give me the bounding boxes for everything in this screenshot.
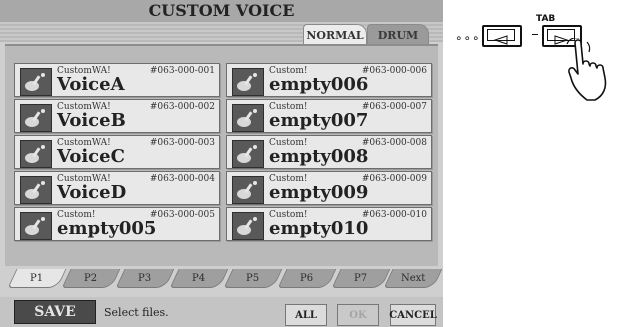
page-tab-label: P1: [30, 272, 44, 284]
page-tab-p2[interactable]: P2: [61, 269, 121, 288]
slot-number: #063-000-010: [361, 210, 427, 220]
page-tab-label: P3: [138, 272, 152, 284]
pointing-hand-icon: [565, 37, 620, 103]
slot-number: #063-000-006: [361, 66, 427, 76]
ellipsis-dots: ∘∘∘: [455, 31, 481, 45]
voice-slot[interactable]: CustomWA! #063-000-001 VoiceA: [14, 63, 220, 97]
separator-dash: [532, 34, 538, 35]
tab-left-button[interactable]: [482, 25, 522, 47]
voice-slot[interactable]: CustomWA! #063-000-004 VoiceD: [14, 171, 220, 205]
all-button[interactable]: ALL: [285, 304, 327, 326]
voice-slot[interactable]: Custom! #063-000-005 empty005: [14, 207, 220, 241]
cancel-button[interactable]: CANCEL: [389, 304, 437, 326]
custom-voice-screen: CUSTOM VOICE NORMAL DRUM CustomWA! #063-…: [0, 0, 443, 327]
voice-slot[interactable]: CustomWA! #063-000-002 VoiceB: [14, 99, 220, 133]
guitar-icon: [20, 140, 52, 168]
guitar-icon: [20, 212, 52, 240]
guitar-icon: [232, 68, 264, 96]
status-message: Select files.: [104, 306, 169, 319]
guitar-icon: [232, 176, 264, 204]
slot-name: VoiceD: [57, 182, 127, 203]
guitar-icon: [232, 212, 264, 240]
window-title: CUSTOM VOICE: [0, 0, 443, 22]
page-tab-p5[interactable]: P5: [223, 269, 283, 288]
slot-number: #063-000-002: [149, 102, 215, 112]
page-tab-p7[interactable]: P7: [331, 269, 391, 288]
slot-name: empty010: [269, 218, 369, 239]
tab-label: TAB: [536, 14, 556, 24]
slot-number: #063-000-008: [361, 138, 427, 148]
page-tabs: P1 P2 P3 P4 P5 P6 P7 Next: [0, 266, 443, 290]
page-tab-label: P6: [300, 272, 314, 284]
voice-slot[interactable]: Custom! #063-000-010 empty010: [226, 207, 432, 241]
slot-name: empty007: [269, 110, 369, 131]
page-tab-p6[interactable]: P6: [277, 269, 337, 288]
left-arrow-icon: [487, 29, 515, 45]
slot-name: empty009: [269, 182, 369, 203]
slot-name: empty005: [57, 218, 157, 239]
ok-button[interactable]: OK: [337, 304, 379, 326]
slot-number: #063-000-001: [149, 66, 215, 76]
slot-name: VoiceC: [57, 146, 125, 167]
page-tab-next[interactable]: Next: [383, 269, 443, 288]
page-tab-p3[interactable]: P3: [115, 269, 175, 288]
voice-slot[interactable]: Custom! #063-000-006 empty006: [226, 63, 432, 97]
page-tab-label: P4: [192, 272, 206, 284]
page-tab-label: P7: [354, 272, 368, 284]
voice-slot[interactable]: Custom! #063-000-009 empty009: [226, 171, 432, 205]
page-tab-p4[interactable]: P4: [169, 269, 229, 288]
page-tab-label: Next: [401, 272, 426, 284]
footer-bar: SAVE Select files. ALL OK CANCEL: [0, 297, 443, 327]
page-tab-label: P5: [246, 272, 260, 284]
slot-name: empty006: [269, 74, 369, 95]
slot-name: empty008: [269, 146, 369, 167]
voice-slot[interactable]: CustomWA! #063-000-003 VoiceC: [14, 135, 220, 169]
slot-number: #063-000-005: [149, 210, 215, 220]
voice-slot[interactable]: Custom! #063-000-007 empty007: [226, 99, 432, 133]
tab-drum[interactable]: DRUM: [367, 24, 429, 45]
tab-normal[interactable]: NORMAL: [303, 24, 367, 45]
guitar-icon: [232, 104, 264, 132]
slot-number: #063-000-003: [149, 138, 215, 148]
voice-list-panel: CustomWA! #063-000-001 VoiceA CustomWA! …: [5, 44, 438, 268]
guitar-icon: [20, 104, 52, 132]
page-tab-label: P2: [84, 272, 98, 284]
slot-number: #063-000-004: [149, 174, 215, 184]
slot-name: VoiceB: [57, 110, 126, 131]
guitar-icon: [20, 68, 52, 96]
page-tab-p1[interactable]: P1: [7, 269, 67, 288]
slot-number: #063-000-009: [361, 174, 427, 184]
slot-name: VoiceA: [57, 74, 125, 95]
voice-slot[interactable]: Custom! #063-000-008 empty008: [226, 135, 432, 169]
guitar-icon: [232, 140, 264, 168]
save-button[interactable]: SAVE: [14, 300, 96, 324]
guitar-icon: [20, 176, 52, 204]
slot-number: #063-000-007: [361, 102, 427, 112]
